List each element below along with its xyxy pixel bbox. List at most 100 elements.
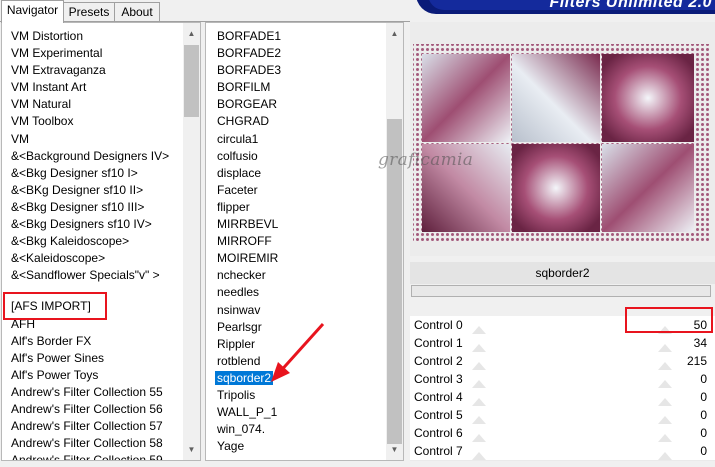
category-item[interactable]: VM (2, 131, 200, 148)
filter-item-label: Faceter (217, 182, 258, 197)
category-list[interactable]: VM Distortion VM Experimental VM Extravaga… (1, 22, 201, 461)
control-row[interactable]: Control 2 215 (410, 352, 715, 371)
progress-bar (411, 285, 711, 297)
category-item[interactable]: Andrew's Filter Collection 59 (2, 452, 200, 460)
filter-item[interactable]: nchecker (206, 267, 403, 284)
tab-navigator[interactable]: Navigator (1, 0, 64, 23)
category-item[interactable]: Andrew's Filter Collection 57 (2, 418, 200, 435)
filter-item-label: win_074. (217, 422, 266, 437)
filter-list[interactable]: BORFADE1 BORFADE2 BORFADE3 BORFILM BORGEAR CH… (205, 22, 404, 461)
filter-item[interactable]: MIRRBEVL (206, 216, 403, 233)
selected-filter-name: sqborder2 (535, 266, 590, 280)
scrollbar-thumb[interactable] (184, 45, 199, 117)
category-item[interactable]: Alf's Power Toys (2, 367, 200, 384)
slider-tick-icon (472, 362, 486, 370)
filter-item[interactable]: Faceter (206, 182, 403, 199)
filter-item[interactable]: displace (206, 165, 403, 182)
preview-image (410, 22, 715, 256)
control-row[interactable]: Control 4 0 (410, 388, 715, 407)
category-item[interactable]: Andrew's Filter Collection 56 (2, 401, 200, 418)
category-item[interactable]: VM Extravaganza (2, 62, 200, 79)
filter-item[interactable]: win_074. (206, 421, 403, 438)
category-item[interactable]: &<Bkg Designers sf10 IV> (2, 216, 200, 233)
app-title: Filters Unlimited 2.0 (549, 0, 712, 11)
scroll-down-arrow-icon[interactable]: ▼ (183, 441, 200, 458)
category-item[interactable]: Alf's Border FX (2, 333, 200, 350)
control-label: Control 0 (414, 318, 463, 332)
slider-tick-icon (658, 344, 672, 352)
filter-scrollbar[interactable]: ▲ ▼ (386, 23, 403, 460)
filter-item[interactable]: colfusio (206, 148, 403, 165)
category-item[interactable]: &<Kaleidoscope> (2, 250, 200, 267)
control-value[interactable]: 0 (700, 424, 707, 442)
filter-item[interactable]: flipper (206, 199, 403, 216)
tab-about[interactable]: About (114, 2, 160, 22)
control-value[interactable]: 0 (700, 406, 707, 424)
filter-item-label: colfusio (217, 148, 258, 163)
category-item[interactable]: Andrew's Filter Collection 55 (2, 384, 200, 401)
scroll-up-arrow-icon[interactable]: ▲ (386, 25, 403, 42)
control-row[interactable]: Control 1 34 (410, 334, 715, 353)
control-row[interactable]: Control 6 0 (410, 424, 715, 443)
filter-name-panel: sqborder2 (410, 262, 715, 284)
control-value[interactable]: 0 (700, 442, 707, 460)
category-item[interactable]: Alf's Power Sines (2, 350, 200, 367)
control-row[interactable]: Control 5 0 (410, 406, 715, 425)
filter-item[interactable]: circula1 (206, 131, 403, 148)
filter-item[interactable]: nsinwav (206, 302, 403, 319)
slider-tick-icon (472, 434, 486, 442)
control-value[interactable]: 0 (700, 370, 707, 388)
filter-item[interactable]: BORFADE2 (206, 45, 403, 62)
filter-preview: graficamia (378, 22, 715, 256)
control-value[interactable]: 0 (700, 388, 707, 406)
control-value[interactable]: 215 (687, 352, 707, 370)
category-scrollbar[interactable]: ▲ ▼ (183, 23, 200, 460)
control-label: Control 4 (414, 390, 463, 404)
filter-item-label: BORFILM (217, 80, 271, 95)
annotation-arrow-icon (271, 322, 325, 382)
category-item[interactable]: &<Sandflower Specials"v" > (2, 267, 200, 284)
filter-item[interactable]: Yage (206, 438, 403, 455)
filter-item[interactable]: MIRROFF (206, 233, 403, 250)
scroll-up-arrow-icon[interactable]: ▲ (183, 25, 200, 42)
filter-item-label: MIRRBEVL (217, 217, 279, 232)
category-item[interactable]: &<Background Designers IV> (2, 148, 200, 165)
filter-item[interactable]: CHGRAD (206, 113, 403, 130)
category-item[interactable]: &<Bkg Designer sf10 III> (2, 199, 200, 216)
filter-item[interactable]: BORFILM (206, 79, 403, 96)
filter-item[interactable]: Tripolis (206, 387, 403, 404)
filter-item[interactable]: needles (206, 284, 403, 301)
filter-item[interactable]: MOIREMIR (206, 250, 403, 267)
tab-bar: Navigator Presets About (0, 0, 410, 23)
filter-item[interactable]: BORFADE3 (206, 62, 403, 79)
control-value[interactable]: 34 (694, 334, 707, 352)
filter-rows: BORFADE1 BORFADE2 BORFADE3 BORFILM BORGEAR CH… (206, 28, 403, 455)
filter-item-label: displace (217, 165, 262, 180)
filter-item[interactable]: BORFADE1 (206, 28, 403, 45)
watermark-text: graficamia (378, 150, 474, 170)
control-row[interactable]: Control 3 0 (410, 370, 715, 389)
category-item[interactable]: VM Toolbox (2, 113, 200, 130)
filter-item-label: sqborder2 (215, 370, 274, 385)
category-item[interactable]: VM Experimental (2, 45, 200, 62)
control-label: Control 6 (414, 426, 463, 440)
control-label: Control 1 (414, 336, 463, 350)
category-item[interactable]: Andrew's Filter Collection 58 (2, 435, 200, 452)
category-item[interactable]: VM Distortion (2, 28, 200, 45)
category-item[interactable]: &<Bkg Designer sf10 I> (2, 165, 200, 182)
slider-tick-icon (472, 398, 486, 406)
category-item[interactable]: &<BKg Designer sf10 II> (2, 182, 200, 199)
filter-item[interactable]: BORGEAR (206, 96, 403, 113)
category-item[interactable]: VM Natural (2, 96, 200, 113)
filter-item-label: Yage (217, 439, 245, 454)
filter-item-label: circula1 (217, 131, 259, 146)
control-row[interactable]: Control 7 0 (410, 442, 715, 461)
tab-presets[interactable]: Presets (63, 2, 115, 22)
category-item[interactable]: &<Bkg Kaleidoscope> (2, 233, 200, 250)
scroll-down-arrow-icon[interactable]: ▼ (386, 441, 403, 458)
filter-item-label: BORFADE1 (217, 29, 282, 43)
slider-tick-icon (658, 452, 672, 460)
slider-tick-icon (658, 398, 672, 406)
category-item[interactable]: VM Instant Art (2, 79, 200, 96)
filter-item[interactable]: WALL_P_1 (206, 404, 403, 421)
